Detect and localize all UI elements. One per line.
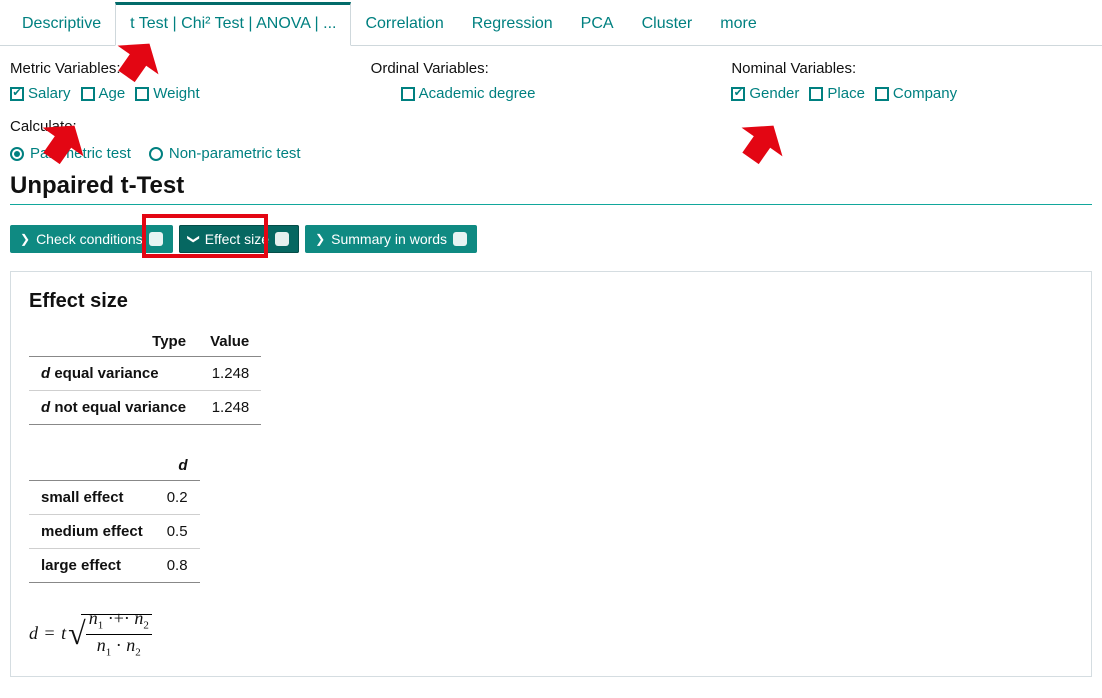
metric-variables-group: Metric Variables: Salary Age Weight — [10, 60, 371, 102]
effect-size-panel: Effect size Type Value d equal variance … — [10, 271, 1092, 677]
tab-descriptive[interactable]: Descriptive — [8, 5, 115, 45]
tab-cluster[interactable]: Cluster — [628, 5, 707, 45]
divider — [10, 204, 1092, 205]
checkbox-icon — [731, 87, 745, 101]
chevron-right-icon: ❯ — [315, 233, 325, 245]
checkbox-icon — [875, 87, 889, 101]
radio-icon — [10, 147, 24, 161]
chk-label: Gender — [749, 85, 799, 102]
radio-parametric[interactable]: Parametric test — [10, 145, 131, 162]
tab-ttest[interactable]: t Test | Chi² Test | ANOVA | ... — [115, 2, 351, 46]
pill-check-conditions[interactable]: ❯ Check conditions — [10, 225, 173, 253]
table-row: d not equal variance 1.248 — [29, 391, 261, 425]
checkbox-icon — [809, 87, 823, 101]
chk-salary[interactable]: Salary — [10, 85, 71, 102]
pill-summary-words[interactable]: ❯ Summary in words — [305, 225, 477, 253]
checkbox-icon — [401, 87, 415, 101]
table-row: medium effect0.5 — [29, 515, 200, 549]
tabs-bar: Descriptive t Test | Chi² Test | ANOVA |… — [0, 0, 1102, 46]
pill-label: Check conditions — [36, 231, 143, 247]
table-row: small effect0.2 — [29, 481, 200, 515]
chk-label: Academic degree — [419, 85, 536, 102]
checkbox-icon — [10, 87, 24, 101]
chk-company[interactable]: Company — [875, 85, 957, 102]
chk-label: Weight — [153, 85, 199, 102]
nominal-variables-group: Nominal Variables: Gender Place Company — [731, 60, 1092, 102]
chk-academic-degree[interactable]: Academic degree — [401, 85, 536, 102]
tab-correlation[interactable]: Correlation — [351, 5, 457, 45]
chk-label: Age — [99, 85, 126, 102]
ordinal-title: Ordinal Variables: — [371, 60, 732, 77]
pill-label: Effect size — [205, 231, 269, 247]
col-d: d — [155, 451, 200, 481]
radio-icon — [149, 147, 163, 161]
col-type: Type — [29, 327, 198, 357]
chk-age[interactable]: Age — [81, 85, 126, 102]
panel-title: Effect size — [29, 290, 1073, 313]
table-row: d equal variance 1.248 — [29, 357, 261, 391]
table-row: large effect0.8 — [29, 549, 200, 583]
chk-gender[interactable]: Gender — [731, 85, 799, 102]
chevron-down-icon: ❯ — [188, 234, 200, 244]
check-icon — [149, 232, 163, 246]
effect-thresholds-table: d small effect0.2 medium effect0.5 large… — [29, 451, 200, 583]
pill-row: ❯ Check conditions ❯ Effect size ❯ Summa… — [10, 225, 1102, 253]
page-title: Unpaired t-Test — [10, 172, 1092, 200]
chk-label: Place — [827, 85, 865, 102]
pill-label: Summary in words — [331, 231, 447, 247]
pill-effect-size[interactable]: ❯ Effect size — [179, 225, 299, 253]
doc-icon — [453, 232, 467, 246]
tab-more[interactable]: more — [706, 5, 770, 45]
chk-label: Salary — [28, 85, 71, 102]
nominal-title: Nominal Variables: — [731, 60, 1092, 77]
metric-title: Metric Variables: — [10, 60, 371, 77]
formula-cohens-d: d = t √ n1 ·+· n2 n1 · n2 — [29, 609, 1073, 658]
ordinal-variables-group: Ordinal Variables: Academic degree — [371, 60, 732, 102]
radio-label: Non-parametric test — [169, 145, 301, 162]
checkbox-icon — [135, 87, 149, 101]
effect-size-table: Type Value d equal variance 1.248 d not … — [29, 327, 261, 425]
chevron-right-icon: ❯ — [20, 233, 30, 245]
calculate-label: Calculate: — [10, 118, 1092, 135]
radio-label: Parametric test — [30, 145, 131, 162]
tab-regression[interactable]: Regression — [458, 5, 567, 45]
radio-nonparametric[interactable]: Non-parametric test — [149, 145, 301, 162]
gauge-icon — [275, 232, 289, 246]
col-value: Value — [198, 327, 261, 357]
chk-weight[interactable]: Weight — [135, 85, 199, 102]
chk-place[interactable]: Place — [809, 85, 865, 102]
chk-label: Company — [893, 85, 957, 102]
checkbox-icon — [81, 87, 95, 101]
tab-pca[interactable]: PCA — [567, 5, 628, 45]
